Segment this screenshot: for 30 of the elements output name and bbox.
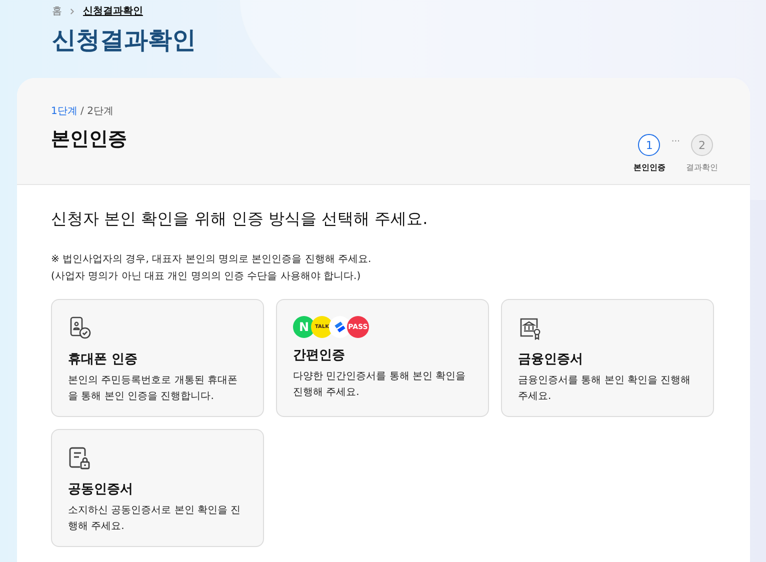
service-logo-icon: N (293, 316, 315, 338)
step-label: 본인인증 (633, 162, 666, 173)
step-label: 결과확인 (686, 162, 718, 173)
card-title: 간편인증 (293, 347, 346, 364)
step-circle: 2 (691, 134, 713, 156)
breadcrumb-link[interactable]: 신청결과확인 (83, 4, 143, 18)
certificate-bank-icon (518, 316, 542, 340)
chevron-icon (70, 8, 75, 14)
auth-method-card[interactable]: 휴대폰 인증 본인의 주민등록번호로 개통된 휴대폰을 통해 본인 인증을 진행합니다. (51, 299, 264, 417)
card-description: 본인의 주민등록번호로 개통된 휴대폰을 통해 본인 인증을 진행합니다. (68, 374, 239, 404)
card-description: 소지하신 공동인증서로 본인 확인을 진행해 주세요. (68, 504, 241, 534)
card-title: 금융인증서 (518, 351, 584, 368)
total-steps-text: / 2단계 (80, 106, 114, 117)
notice-text: (사업자 명의가 아닌 대표 개인 명의의 인증 수단을 사용해야 합니다.) (51, 270, 362, 283)
breadcrumb-link[interactable]: 홈 (52, 4, 62, 18)
current-step-text: 1단계 (51, 106, 78, 117)
section-title: 본인인증 (51, 127, 127, 152)
step-circle: 1 (638, 134, 660, 156)
auth-method-card[interactable]: 금융인증서 금융인증서를 통해 본인 확인을 진행해 주세요. (501, 299, 714, 417)
page-title: 신청결과확인 (52, 25, 197, 56)
card-description: 다양한 민간인증서를 통해 본인 확인을 진행해 주세요. (293, 370, 466, 400)
instruction-heading: 신청자 본인 확인을 위해 인증 방식을 선택해 주세요. (51, 209, 429, 230)
card-description: 금융인증서를 통해 본인 확인을 진행해 주세요. (518, 374, 691, 404)
card-title: 휴대폰 인증 (68, 351, 139, 368)
auth-method-card[interactable]: 공동인증서 소지하신 공동인증서로 본인 확인을 진행해 주세요. (51, 429, 264, 547)
notice-text: ※ 법인사업자의 경우, 대표자 본인의 명의로 본인인증을 진행해 주세요. (51, 253, 372, 266)
document-lock-icon (68, 446, 92, 470)
card-title: 공동인증서 (68, 481, 134, 498)
phone-check-icon (68, 316, 92, 340)
step-separator: ··· (671, 137, 680, 147)
